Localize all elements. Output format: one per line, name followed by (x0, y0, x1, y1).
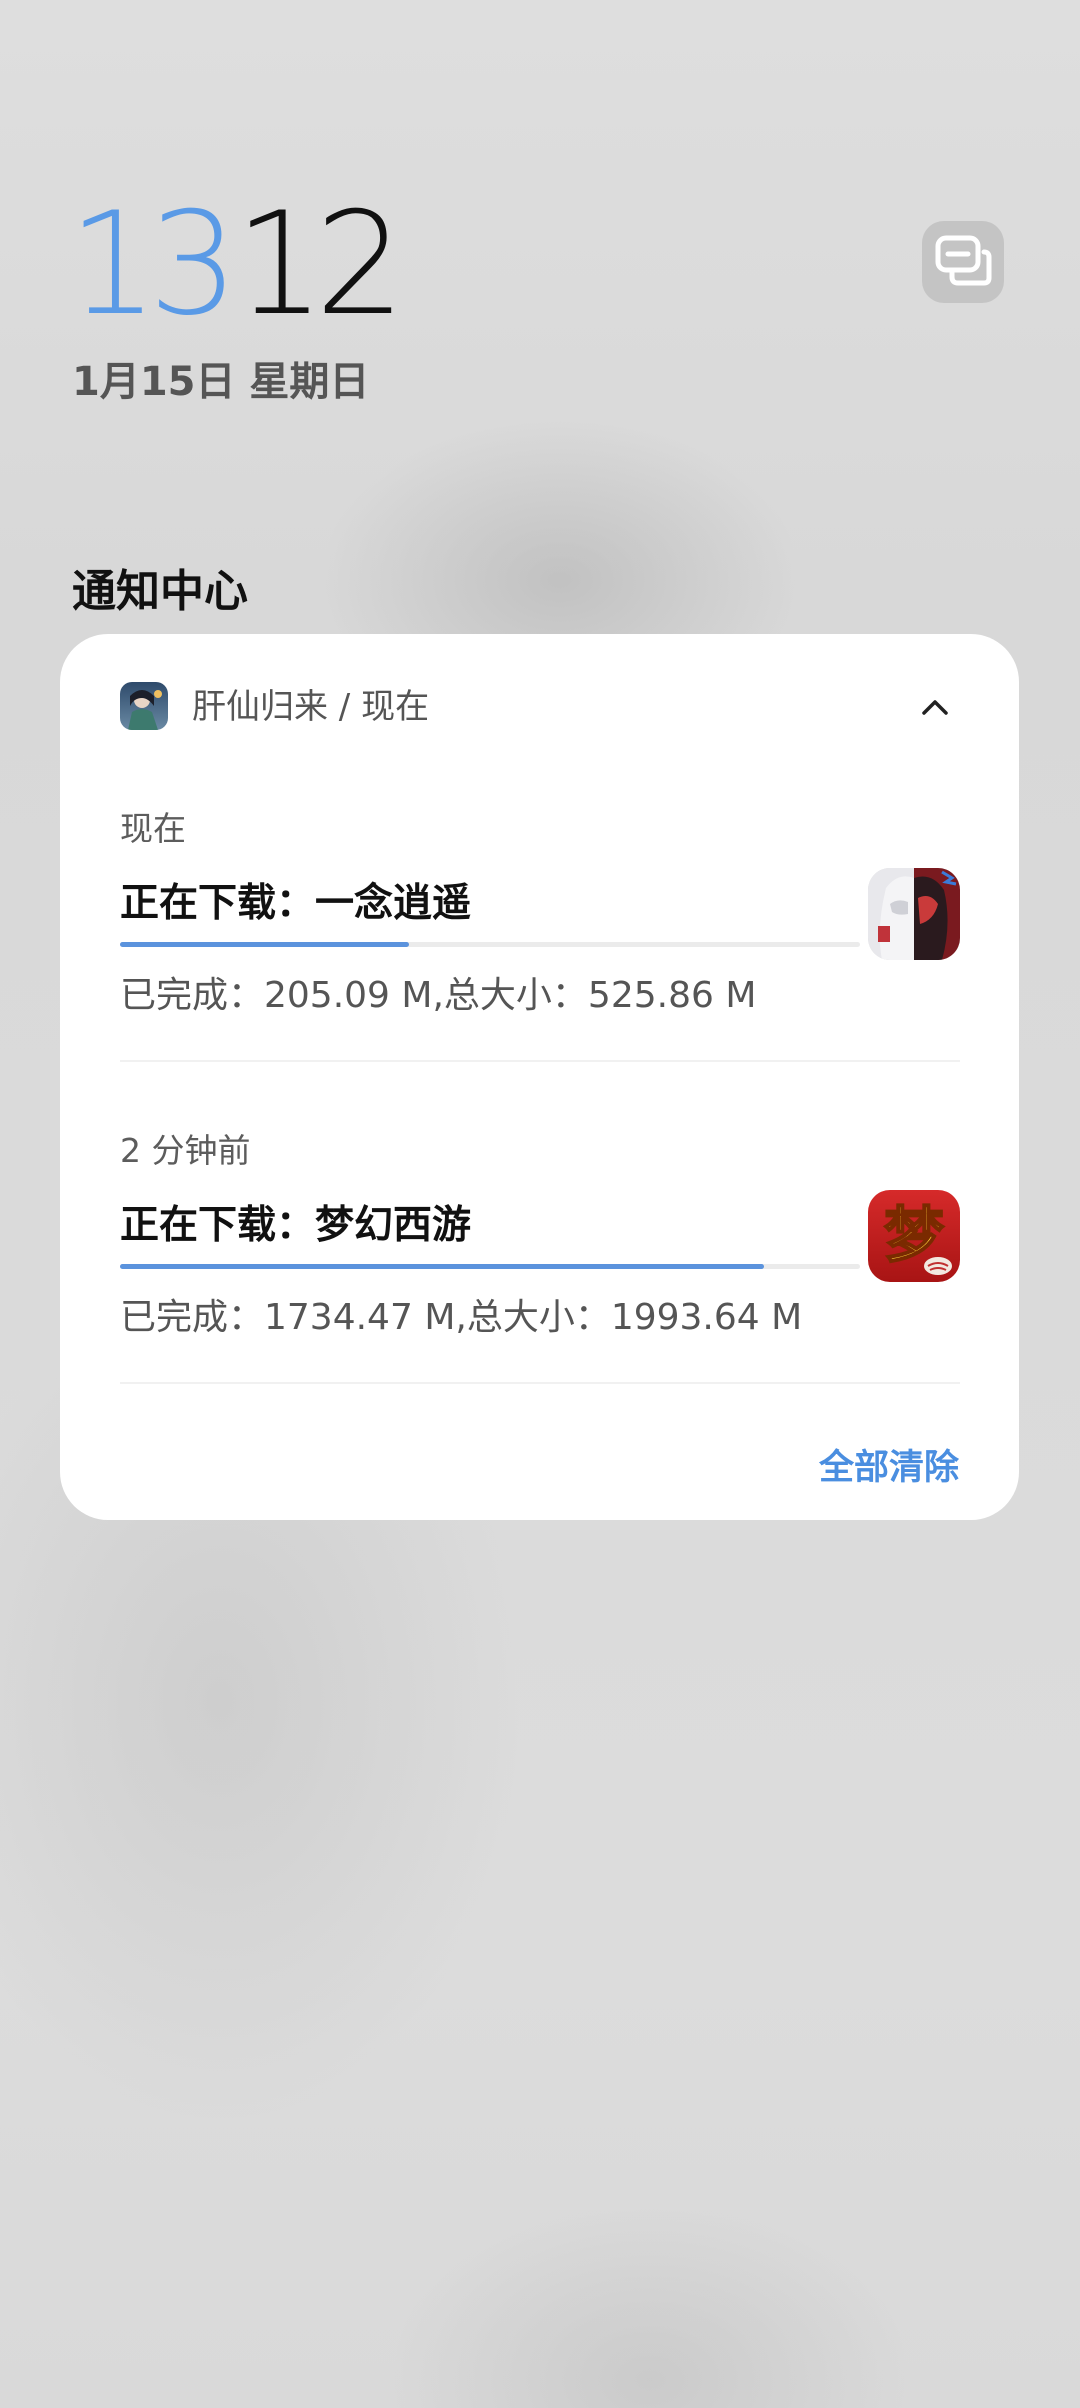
item-divider (120, 1060, 960, 1062)
yinian-xiaoyao-icon (868, 868, 960, 960)
download-detail: 已完成：1734.47 M,总大小：1993.64 M (120, 1297, 803, 1338)
menghuan-xiyou-icon: 梦 (868, 1190, 960, 1282)
gan-xian-gui-lai-app-icon (120, 682, 168, 730)
clock-minutes: 12 (234, 182, 406, 347)
download-detail: 已完成：205.09 M,总大小：525.86 M (120, 975, 757, 1016)
chat-bubbles-icon (935, 235, 992, 286)
chevron-up-icon (922, 700, 948, 715)
clock-hours: 13 (68, 182, 239, 347)
item-divider (120, 1382, 960, 1384)
notification-time: 现在 (120, 809, 186, 848)
lockscreen-date: 1月15日 星期日 (72, 359, 370, 405)
download-progress-fill (120, 1264, 764, 1269)
download-title: 正在下载：梦幻西游 (120, 1203, 472, 1248)
lockscreen-clock: 1312 (68, 190, 405, 340)
notification-card[interactable]: 肝仙归来 / 现在 现在 正在下载：一念逍遥 已完成：205.09 M,总大小：… (60, 634, 1019, 1520)
notification-app-name: 肝仙归来 / 现在 (192, 687, 430, 727)
download-progress-fill (120, 942, 409, 947)
download-progress-bar (120, 942, 860, 947)
download-title: 正在下载：一念逍遥 (120, 881, 472, 926)
notification-header: 肝仙归来 / 现在 (120, 682, 960, 732)
collapse-button[interactable] (910, 682, 960, 732)
notification-center-title: 通知中心 (72, 566, 248, 617)
notification-time: 2 分钟前 (120, 1131, 251, 1170)
download-progress-bar (120, 1264, 860, 1269)
message-shortcut-button[interactable] (922, 221, 1004, 303)
clear-all-button[interactable]: 全部清除 (819, 1440, 959, 1496)
